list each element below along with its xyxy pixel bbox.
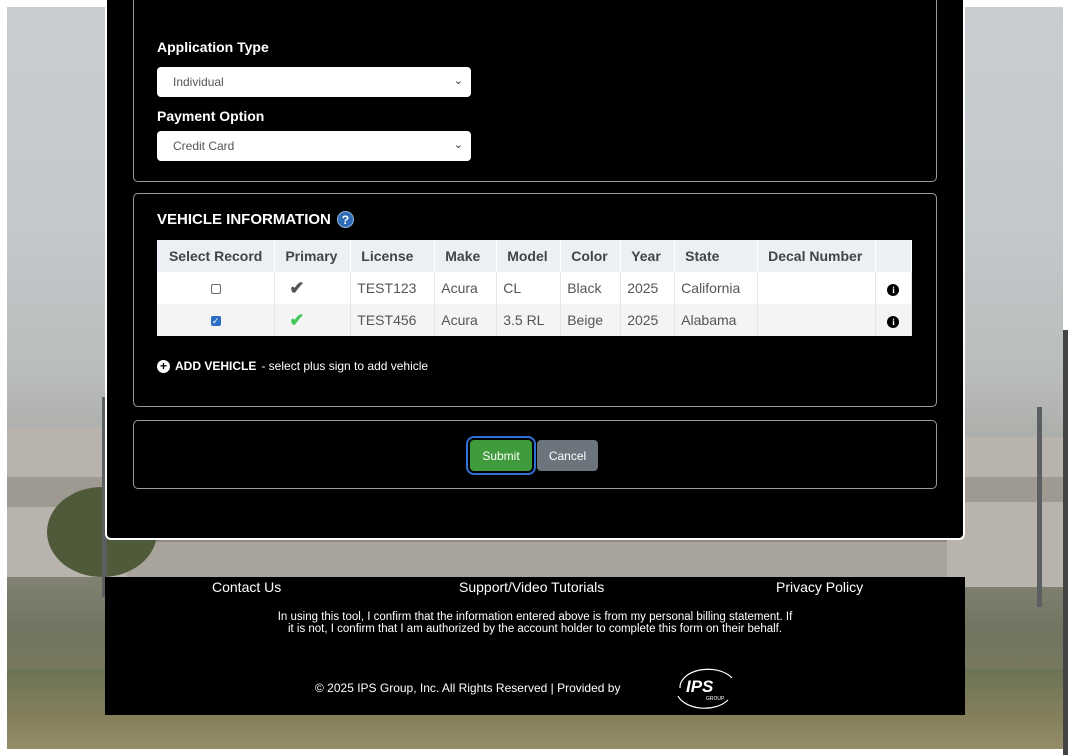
info-cell: i [875, 272, 913, 304]
column-header: Color [560, 240, 622, 272]
vehicle-table: Select Record Primary License Make Model… [157, 240, 913, 336]
decal-cell [757, 304, 876, 336]
chevron-down-icon: ⌄ [453, 139, 463, 151]
column-header: State [674, 240, 759, 272]
select-record-cell [157, 272, 276, 304]
column-header: Model [496, 240, 562, 272]
decal-cell [757, 272, 876, 304]
primary-cell: ✔ [274, 272, 352, 304]
primary-cell: ✔ [274, 304, 352, 336]
contact-us-link[interactable]: Contact Us [212, 579, 281, 595]
license-cell: TEST456 [350, 304, 436, 336]
column-header: Decal Number [757, 240, 876, 272]
payment-option-select[interactable]: Credit Card ⌄ [157, 131, 471, 161]
select-record-checkbox[interactable] [210, 284, 221, 295]
logo-text: IPS [686, 677, 714, 696]
column-header: Make [434, 240, 498, 272]
column-header: Primary [274, 240, 352, 272]
license-cell: TEST123 [350, 272, 436, 304]
model-cell: CL [496, 272, 562, 304]
state-cell: Alabama [674, 304, 759, 336]
color-cell: Beige [560, 304, 622, 336]
copyright-text: © 2025 IPS Group, Inc. All Rights Reserv… [315, 681, 621, 695]
year-cell: 2025 [620, 304, 676, 336]
checkmark-icon[interactable]: ✔ [289, 310, 304, 330]
application-type-label: Application Type [157, 39, 269, 55]
footer: Contact Us Support/Video Tutorials Priva… [105, 577, 965, 715]
add-vehicle-label: ADD VEHICLE [175, 359, 257, 373]
page-scrollbar[interactable] [1063, 330, 1068, 755]
payment-option-value: Credit Card [173, 139, 235, 153]
add-vehicle-hint: - select plus sign to add vehicle [261, 359, 429, 373]
ips-group-logo[interactable]: IPS GROUP [670, 666, 740, 710]
checkmark-icon[interactable]: ✔ [289, 278, 304, 298]
vehicle-information-title: VEHICLE INFORMATION [157, 211, 331, 228]
application-type-value: Individual [173, 75, 224, 89]
model-cell: 3.5 RL [496, 304, 562, 336]
info-icon[interactable]: i [887, 316, 900, 328]
support-tutorials-link[interactable]: Support/Video Tutorials [459, 579, 604, 595]
add-vehicle-link[interactable]: + ADD VEHICLE - select plus sign to add … [157, 359, 428, 373]
payment-option-label: Payment Option [157, 108, 265, 124]
column-header: License [350, 240, 436, 272]
info-cell: i [875, 304, 913, 336]
privacy-policy-link[interactable]: Privacy Policy [776, 579, 863, 595]
plus-circle-icon[interactable]: + [157, 359, 170, 373]
section-title: VEHICLE INFORMATION ? [157, 211, 354, 228]
make-cell: Acura [434, 272, 498, 304]
application-type-select[interactable]: Individual ⌄ [157, 67, 471, 97]
form-panel: Application Type Individual ⌄ Payment Op… [105, 0, 965, 540]
cancel-button[interactable]: Cancel [537, 440, 598, 471]
info-icon[interactable]: i [887, 284, 900, 296]
logo-subtext: GROUP [706, 696, 725, 702]
chevron-down-icon: ⌄ [453, 75, 463, 87]
column-header: Year [620, 240, 676, 272]
application-card: Application Type Individual ⌄ Payment Op… [133, 0, 937, 182]
actions-card: Submit Cancel [133, 420, 937, 489]
column-header: Select Record [157, 240, 276, 272]
color-cell: Black [560, 272, 622, 304]
column-header [875, 240, 913, 272]
help-icon[interactable]: ? [336, 211, 354, 228]
table-row[interactable]: ✔ TEST123 Acura CL Black 2025 California… [157, 272, 913, 304]
state-cell: California [674, 272, 759, 304]
select-record-cell: ✓ [157, 304, 276, 336]
authorization-notice: In using this tool, I confirm that the i… [277, 611, 793, 635]
vehicle-information-card: VEHICLE INFORMATION ? Select Record Prim… [133, 193, 937, 407]
table-row[interactable]: ✓ ✔ TEST456 Acura 3.5 RL Beige 2025 Alab… [157, 304, 913, 336]
submit-button[interactable]: Submit [470, 440, 532, 471]
make-cell: Acura [434, 304, 498, 336]
select-record-checkbox[interactable]: ✓ [210, 316, 221, 327]
table-header-row: Select Record Primary License Make Model… [157, 240, 913, 272]
year-cell: 2025 [620, 272, 676, 304]
